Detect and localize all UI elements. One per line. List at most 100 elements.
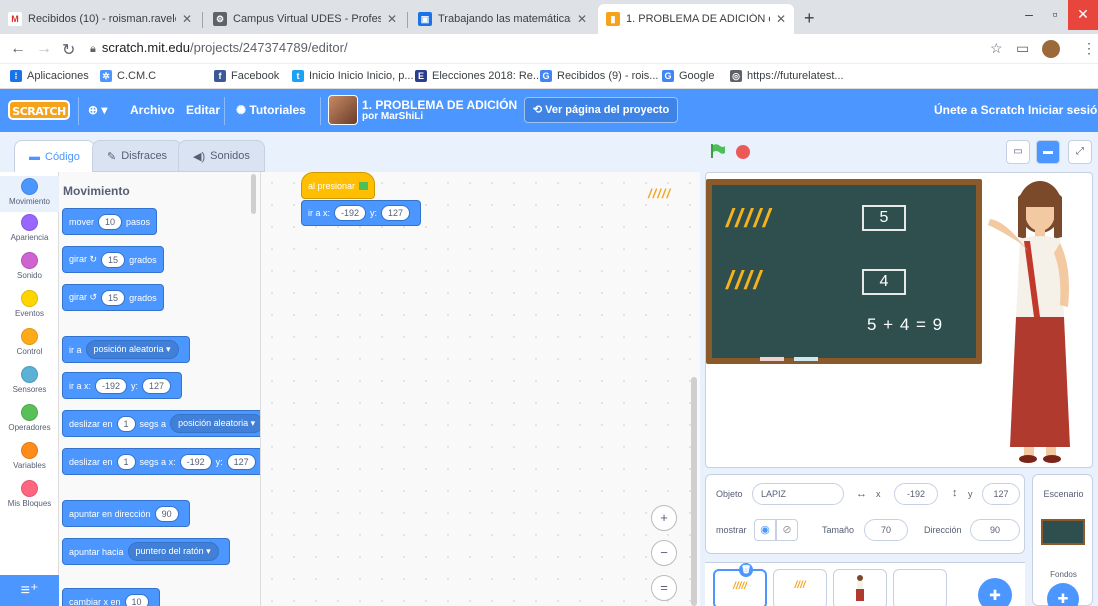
- category-apariencia[interactable]: Apariencia: [0, 214, 59, 242]
- block-point-direction[interactable]: apuntar en dirección 90: [62, 500, 190, 527]
- close-icon[interactable]: ✕: [577, 12, 587, 26]
- category-sonido[interactable]: Sonido: [0, 252, 59, 280]
- block-turn-left[interactable]: girar ↺ 15 grados: [62, 284, 164, 311]
- bookmark-google[interactable]: G Google: [662, 70, 714, 82]
- new-tab-button[interactable]: +: [804, 8, 815, 29]
- category-eventos[interactable]: Eventos: [0, 290, 59, 318]
- block-input[interactable]: 15: [101, 289, 126, 306]
- project-author[interactable]: por MarShiLi: [362, 111, 423, 122]
- block-point-towards[interactable]: apuntar hacia puntero del ratón ▾: [62, 538, 230, 565]
- block-input[interactable]: 10: [124, 593, 149, 606]
- join-scratch-link[interactable]: Únete a Scratch: [934, 103, 1025, 117]
- stop-button[interactable]: [736, 145, 750, 159]
- block-input[interactable]: 127: [142, 377, 172, 394]
- block-change-x[interactable]: cambiar x en 10: [62, 588, 160, 606]
- block-input[interactable]: 127: [381, 205, 411, 221]
- signin-link[interactable]: Iniciar sesión: [1028, 103, 1098, 117]
- block-input[interactable]: 1: [116, 415, 136, 432]
- reload-icon[interactable]: ↻: [62, 40, 75, 60]
- block-input[interactable]: 127: [226, 453, 256, 470]
- fullscreen-button[interactable]: ⤢: [1068, 140, 1092, 164]
- block-input[interactable]: 90: [154, 505, 179, 522]
- size-field[interactable]: 70: [864, 519, 908, 541]
- bookmark-recibidos[interactable]: G Recibidos (9) - rois...: [540, 70, 658, 82]
- menu-tutoriales[interactable]: ✺ Tutoriales: [236, 103, 306, 117]
- maximize-icon[interactable]: ▫: [1040, 0, 1070, 30]
- language-menu[interactable]: ⊕ ▾: [88, 103, 107, 117]
- window-close-icon[interactable]: ✕: [1068, 0, 1098, 30]
- block-input[interactable]: -192: [334, 205, 367, 221]
- block-move-steps[interactable]: mover 10 pasos: [62, 208, 158, 235]
- block-glide-random[interactable]: deslizar en 1 segs a posición aleatoria …: [62, 410, 260, 437]
- close-icon[interactable]: ✕: [776, 12, 786, 26]
- script-goto-xy-block[interactable]: ir a x: -192 y: 127: [301, 200, 422, 226]
- menu-editar[interactable]: Editar: [186, 103, 220, 117]
- script-area[interactable]: al presionar ir a x: -192 y: 127 ///// +…: [261, 172, 700, 606]
- stage-canvas[interactable]: ///// 5 //// 4 5 + 4 = 9: [705, 172, 1093, 468]
- show-visible-button[interactable]: ◉: [754, 519, 776, 541]
- block-goto-xy[interactable]: ir a x: -192 y: 127: [62, 372, 183, 399]
- cast-icon[interactable]: ▭: [1016, 40, 1029, 57]
- browser-tab-scratch[interactable]: ▮ 1. PROBLEMA DE ADICIÓN on Sc ✕: [598, 4, 794, 34]
- block-goto-random[interactable]: ir a posición aleatoria ▾: [62, 336, 190, 363]
- sprite-thumb-lapiz[interactable]: 🗑︎ /////: [713, 563, 767, 606]
- forward-icon[interactable]: →: [36, 40, 52, 58]
- close-icon[interactable]: ✕: [387, 12, 397, 26]
- browser-tab-matematicas[interactable]: ▣ Trabajando las matemáticas con ✕: [410, 4, 595, 34]
- bookmark-facebook[interactable]: f Facebook: [214, 70, 279, 82]
- bookmark-futurelatest[interactable]: ◎ https://futurelatest...: [730, 70, 844, 82]
- menu-archivo[interactable]: Archivo: [130, 103, 175, 117]
- block-turn-right[interactable]: girar ↻ 15 grados: [62, 246, 164, 273]
- sprite-thumb-4[interactable]: [893, 569, 947, 606]
- block-input[interactable]: 15: [101, 251, 126, 268]
- zoom-reset-button[interactable]: =: [651, 575, 677, 601]
- back-icon[interactable]: ←: [10, 40, 26, 58]
- category-movimiento[interactable]: Movimiento: [0, 176, 59, 212]
- browser-tab-gmail[interactable]: M Recibidos (10) - roisman.ravelo@ ✕: [0, 4, 200, 34]
- add-backdrop-button[interactable]: ✚: [1047, 583, 1079, 606]
- block-glide-xy[interactable]: deslizar en 1 segs a x: -192 y: 127: [62, 448, 260, 475]
- zoom-out-button[interactable]: −: [651, 540, 677, 566]
- menu-icon[interactable]: ⋮: [1082, 40, 1096, 57]
- y-field[interactable]: 127: [982, 483, 1020, 505]
- block-input[interactable]: -192: [179, 453, 212, 470]
- direction-field[interactable]: 90: [970, 519, 1020, 541]
- url-field[interactable]: 🔒︎ scratch.mit.edu/projects/247374789/edi…: [90, 40, 348, 56]
- category-variables[interactable]: Variables: [0, 442, 59, 470]
- close-icon[interactable]: ✕: [182, 12, 192, 26]
- tab-code[interactable]: ▬ Código: [14, 140, 95, 172]
- block-dropdown[interactable]: puntero del ratón ▾: [127, 542, 219, 561]
- palette-scrollbar[interactable]: [251, 174, 256, 214]
- category-mis-bloques[interactable]: Mis Bloques: [0, 480, 59, 508]
- bookmark-twitter[interactable]: t Inicio Inicio Inicio, p...: [292, 70, 414, 82]
- bookmark-aplicaciones[interactable]: ⁞ Aplicaciones: [10, 70, 89, 82]
- hide-sprite-button[interactable]: ⊘: [776, 519, 798, 541]
- green-flag-button[interactable]: [710, 144, 726, 158]
- when-flag-clicked-block[interactable]: al presionar: [301, 172, 376, 199]
- tab-costumes[interactable]: ✎ Disfraces: [92, 140, 183, 172]
- add-extension-button[interactable]: ≡⁺: [0, 575, 59, 606]
- browser-tab-campus[interactable]: ⚙ Campus Virtual UDES - Profesor ✕: [205, 4, 405, 34]
- block-input[interactable]: 10: [98, 213, 123, 230]
- block-dropdown[interactable]: posición aleatoria ▾: [85, 340, 179, 359]
- block-input[interactable]: -192: [95, 377, 128, 394]
- profile-avatar[interactable]: [1042, 40, 1060, 58]
- scratch-logo[interactable]: SCRATCH: [8, 100, 70, 120]
- bookmark-ccmc[interactable]: ✲ C.CM.C: [100, 70, 156, 82]
- project-title[interactable]: 1. PROBLEMA DE ADICIÓN: [362, 98, 517, 112]
- sprite-thumb-2[interactable]: ////: [773, 569, 827, 606]
- category-operadores[interactable]: Operadores: [0, 404, 59, 432]
- see-project-page-button[interactable]: ⟲ Ver página del proyecto: [524, 97, 678, 123]
- sprite-thumb-teacher[interactable]: [833, 569, 887, 606]
- trash-icon[interactable]: 🗑︎: [739, 563, 753, 577]
- small-stage-button[interactable]: ▭: [1006, 140, 1030, 164]
- block-dropdown[interactable]: posición aleatoria ▾: [170, 414, 260, 433]
- x-field[interactable]: -192: [894, 483, 938, 505]
- zoom-in-button[interactable]: +: [651, 505, 677, 531]
- add-sprite-button[interactable]: ✚: [978, 578, 1012, 606]
- block-input[interactable]: 1: [116, 453, 136, 470]
- bookmark-elecciones[interactable]: E Elecciones 2018: Re...: [415, 70, 542, 82]
- script-scrollbar[interactable]: [691, 377, 697, 606]
- category-control[interactable]: Control: [0, 328, 59, 356]
- star-icon[interactable]: ☆: [990, 40, 1003, 57]
